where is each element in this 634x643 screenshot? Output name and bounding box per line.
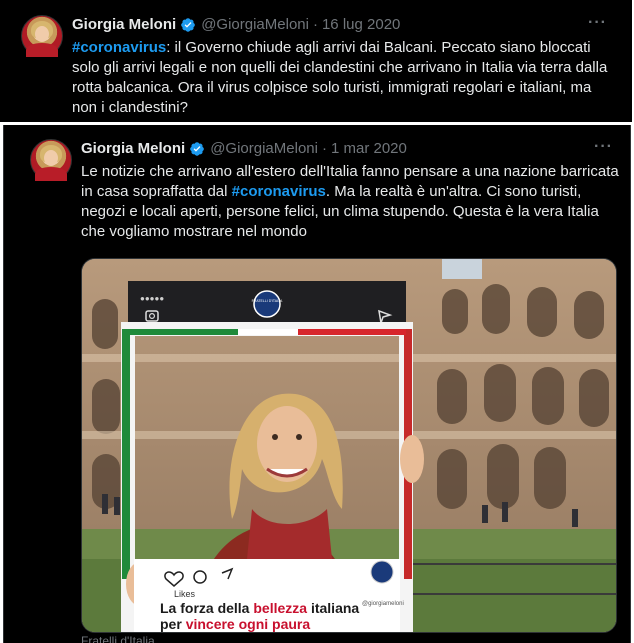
hashtag-link[interactable]: #coronavirus: [232, 183, 326, 200]
avatar[interactable]: [21, 15, 63, 57]
tweet-header: Giorgia Meloni @GiorgiaMeloni · 1 mar 20…: [81, 140, 407, 157]
tweet-text: #coronavirus: il Governo chiude agli arr…: [72, 38, 620, 118]
separator: ·: [312, 16, 318, 33]
tweet-date[interactable]: 1 mar 2020: [331, 140, 407, 157]
svg-text:La forza della bellezza italia: La forza della bellezza italiana: [160, 600, 359, 616]
svg-text:FRATELLI D'ITALIA: FRATELLI D'ITALIA: [252, 299, 283, 303]
verified-badge-icon: [190, 141, 205, 156]
photo-colosseum-frame: ●●●●● FRATELLI D'ITALIA Likes @giorgiame…: [82, 259, 616, 632]
svg-text:●●●●●: ●●●●●: [140, 294, 164, 303]
footer-account[interactable]: Fratelli d'Italia: [81, 634, 155, 643]
tweet-2[interactable]: Giorgia Meloni @GiorgiaMeloni · 1 mar 20…: [3, 125, 631, 643]
author-handle[interactable]: @GiorgiaMeloni: [201, 16, 309, 33]
tweet-photo[interactable]: ●●●●● FRATELLI D'ITALIA Likes @giorgiame…: [81, 258, 617, 633]
separator: ·: [321, 140, 327, 157]
avatar[interactable]: [30, 139, 72, 181]
tweet-header: Giorgia Meloni @GiorgiaMeloni · 16 lug 2…: [72, 16, 400, 33]
more-options-icon[interactable]: ···: [594, 138, 613, 156]
tweet-1[interactable]: Giorgia Meloni @GiorgiaMeloni · 16 lug 2…: [0, 0, 632, 122]
svg-text:@giorgiameloni: @giorgiameloni: [362, 601, 404, 607]
hashtag-link[interactable]: #coronavirus: [72, 39, 166, 56]
tweet-text: Le notizie che arrivano all'estero dell'…: [81, 162, 619, 242]
author-handle[interactable]: @GiorgiaMeloni: [210, 140, 318, 157]
tweet-date[interactable]: 16 lug 2020: [322, 16, 400, 33]
svg-text:Likes: Likes: [174, 589, 196, 599]
more-options-icon[interactable]: ···: [588, 14, 607, 32]
verified-badge-icon: [181, 17, 196, 32]
author-name[interactable]: Giorgia Meloni: [81, 140, 185, 157]
author-name[interactable]: Giorgia Meloni: [72, 16, 176, 33]
svg-text:per vincere ogni paura: per vincere ogni paura: [160, 616, 310, 632]
party-logo-icon: [253, 290, 281, 318]
